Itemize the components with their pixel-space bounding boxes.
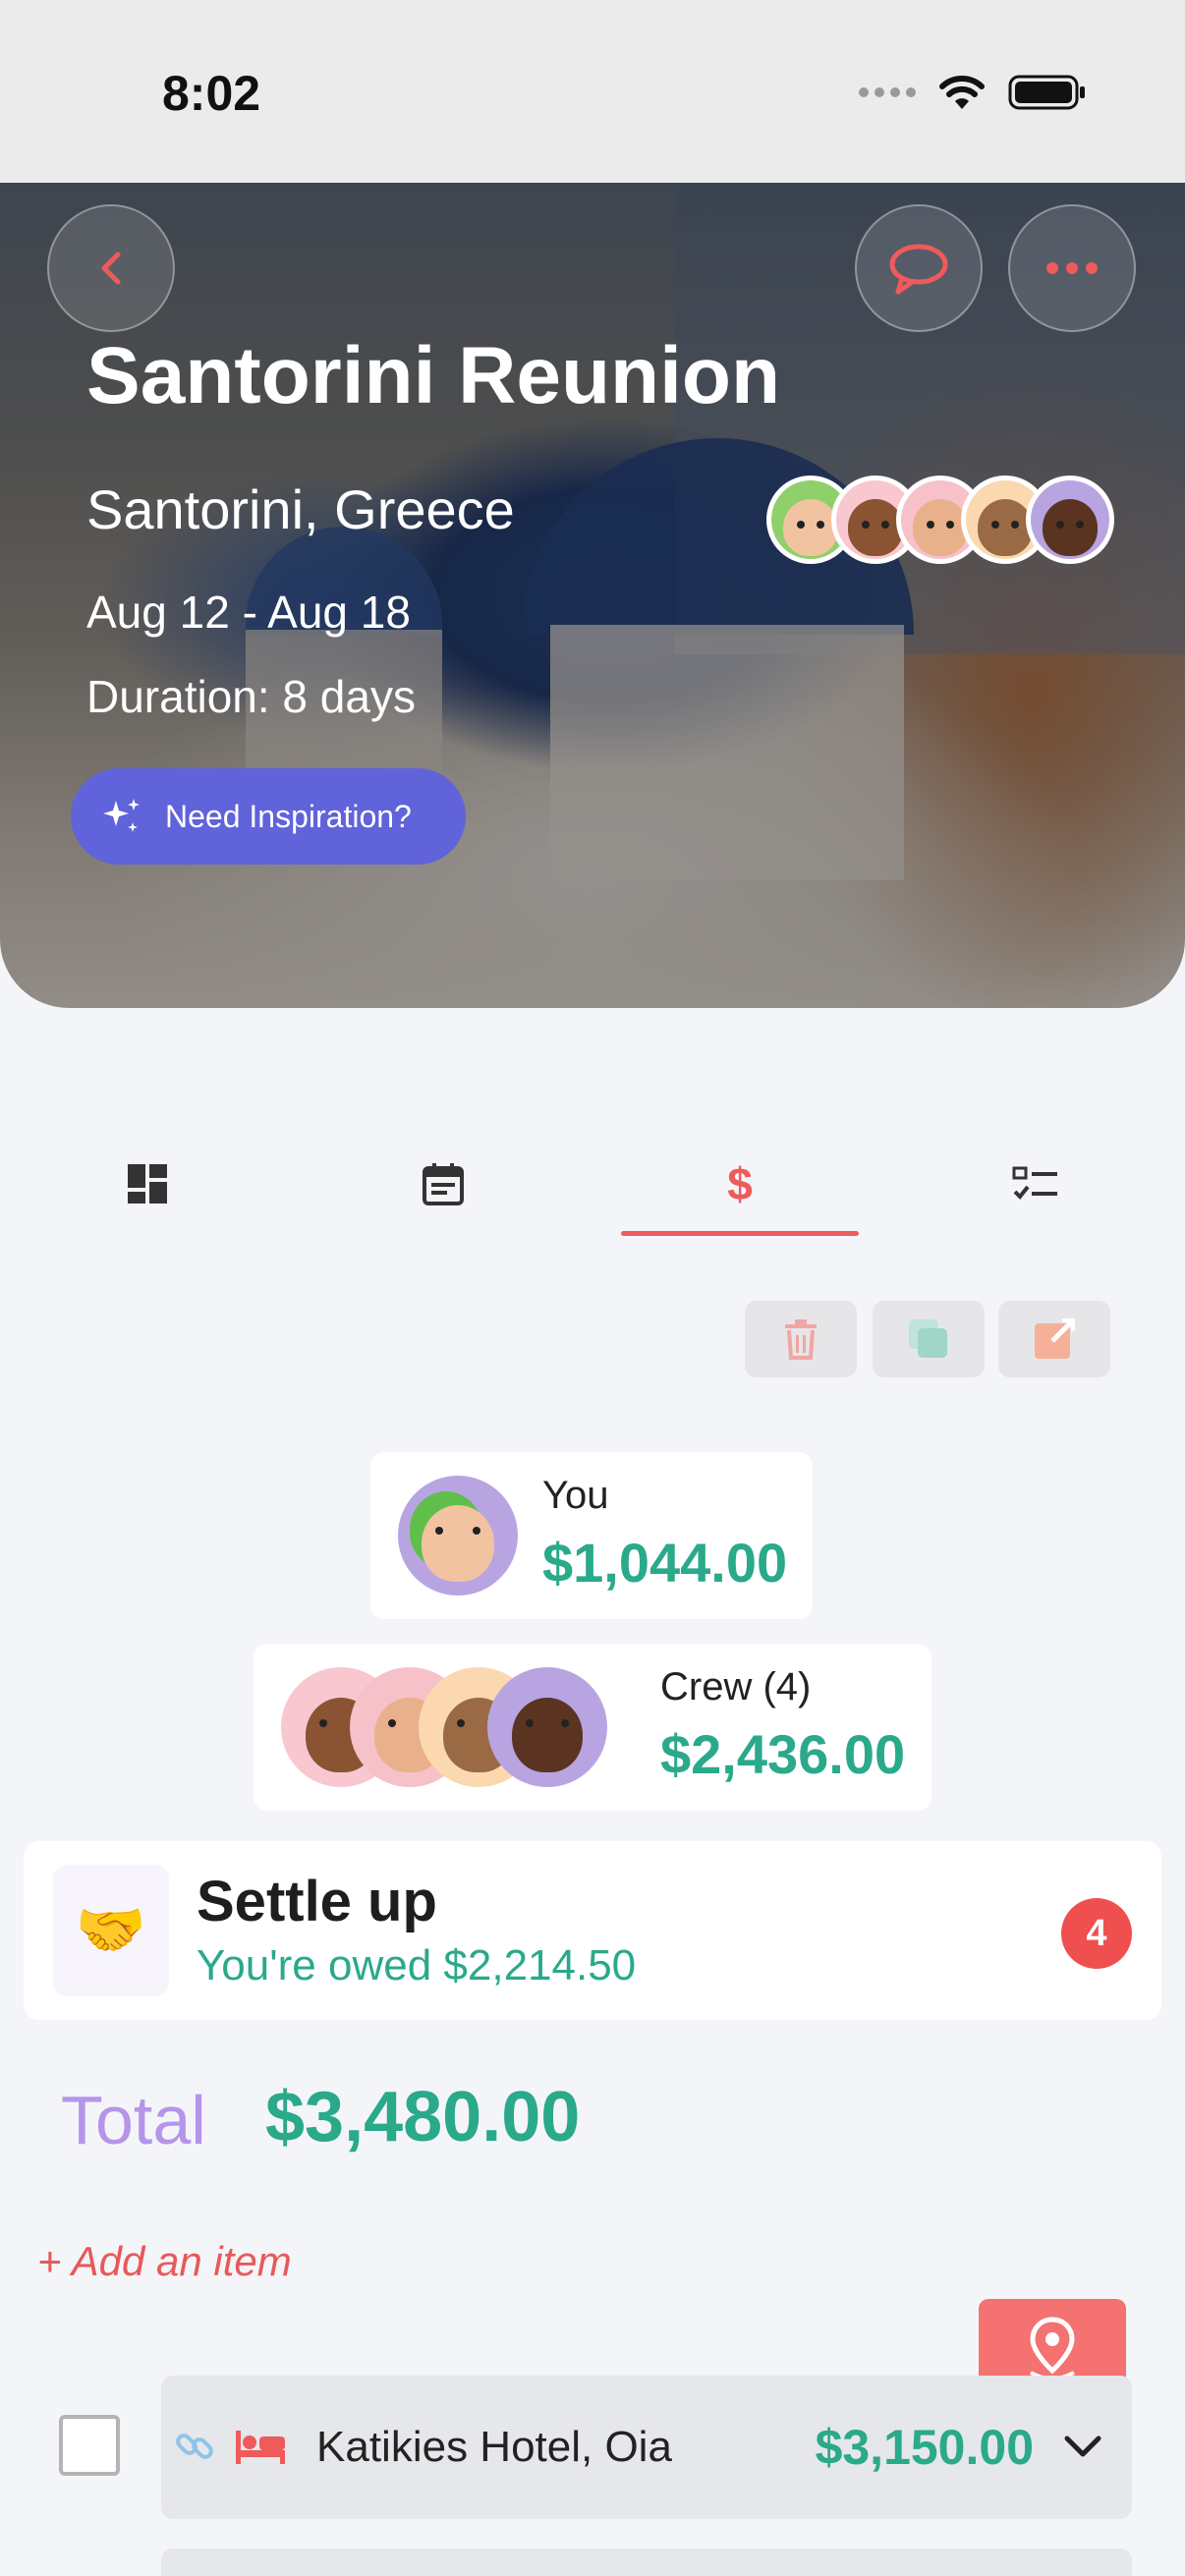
- expense-item-row[interactable]: [161, 2548, 1132, 2576]
- tab-expenses[interactable]: $: [622, 1130, 858, 1238]
- expense-item-row[interactable]: Katikies Hotel, Oia $3,150.00: [161, 2376, 1132, 2519]
- total-amount: $3,480.00: [265, 2078, 581, 2156]
- status-time: 8:02: [162, 66, 261, 121]
- bed-icon: [236, 2431, 285, 2464]
- avatar: [398, 1476, 518, 1596]
- status-bar: 8:02: [0, 0, 1185, 183]
- settle-up-title: Settle up: [197, 1870, 437, 1933]
- crew-balance-card[interactable]: Crew (4) $2,436.00: [254, 1644, 931, 1811]
- trip-members-avatars[interactable]: [766, 476, 1114, 564]
- tab-itinerary[interactable]: [325, 1130, 561, 1238]
- chevron-down-icon[interactable]: [1063, 2433, 1102, 2460]
- crew-avatars: [281, 1667, 635, 1787]
- dashboard-icon: [128, 1164, 167, 1204]
- handshake-icon: 🤝: [53, 1865, 169, 1996]
- edit-icon: [1035, 1318, 1075, 1359]
- copy-icon: [909, 1319, 947, 1358]
- status-icons: [859, 73, 1087, 112]
- your-balance-card[interactable]: You $1,044.00: [370, 1452, 813, 1619]
- calendar-icon: [423, 1163, 464, 1205]
- more-options-button[interactable]: [1008, 204, 1136, 332]
- trip-location: Santorini, Greece: [86, 478, 515, 540]
- total-label: Total: [61, 2082, 206, 2158]
- your-balance-amount: $1,044.00: [542, 1532, 788, 1594]
- item-checkbox[interactable]: [59, 2415, 120, 2476]
- checklist-icon: [1012, 1166, 1057, 1200]
- active-tab-indicator: [621, 1231, 859, 1236]
- avatar: [487, 1667, 607, 1787]
- trash-icon: [785, 1319, 817, 1360]
- trip-dates: Aug 12 - Aug 18: [86, 587, 411, 638]
- dollar-icon: $: [727, 1158, 753, 1209]
- settle-up-subtitle: You're owed $2,214.50: [197, 1941, 637, 1989]
- settle-up-badge: 4: [1061, 1898, 1132, 1969]
- chat-button[interactable]: [855, 204, 983, 332]
- chevron-left-icon: [101, 252, 121, 285]
- trip-tabs: $: [0, 1130, 1185, 1238]
- item-name: Katikies Hotel, Oia: [316, 2423, 672, 2471]
- trip-duration: Duration: 8 days: [86, 671, 416, 722]
- map-pin-icon: [1030, 2317, 1075, 2380]
- chat-bubble-icon: [889, 244, 948, 295]
- crew-balance-amount: $2,436.00: [660, 1723, 906, 1785]
- crew-balance-label: Crew (4): [660, 1665, 812, 1708]
- link-icon: [176, 2434, 213, 2459]
- edit-button[interactable]: [998, 1301, 1110, 1377]
- need-inspiration-label: Need Inspiration?: [165, 798, 412, 834]
- avatar: [1026, 476, 1114, 564]
- need-inspiration-button[interactable]: Need Inspiration?: [71, 768, 466, 865]
- tab-overview[interactable]: [29, 1130, 265, 1238]
- settle-up-card[interactable]: 🤝 Settle up You're owed $2,214.50 4: [24, 1841, 1161, 2020]
- duplicate-button[interactable]: [873, 1301, 985, 1377]
- tab-checklist[interactable]: [918, 1130, 1154, 1238]
- wifi-icon: [939, 76, 985, 109]
- add-item-link[interactable]: + Add an item: [37, 2238, 292, 2285]
- battery-icon: [1008, 75, 1085, 110]
- your-balance-label: You: [542, 1474, 609, 1517]
- cellular-signal-icon: [859, 87, 916, 97]
- delete-button[interactable]: [745, 1301, 857, 1377]
- trip-hero: Santorini Reunion Santorini, Greece Aug …: [0, 183, 1185, 1008]
- item-price: $3,150.00: [815, 2420, 1034, 2475]
- more-dots-icon: [1046, 262, 1098, 274]
- trip-title: Santorini Reunion: [86, 331, 781, 420]
- sparkles-icon: [103, 799, 140, 832]
- back-button[interactable]: [47, 204, 175, 332]
